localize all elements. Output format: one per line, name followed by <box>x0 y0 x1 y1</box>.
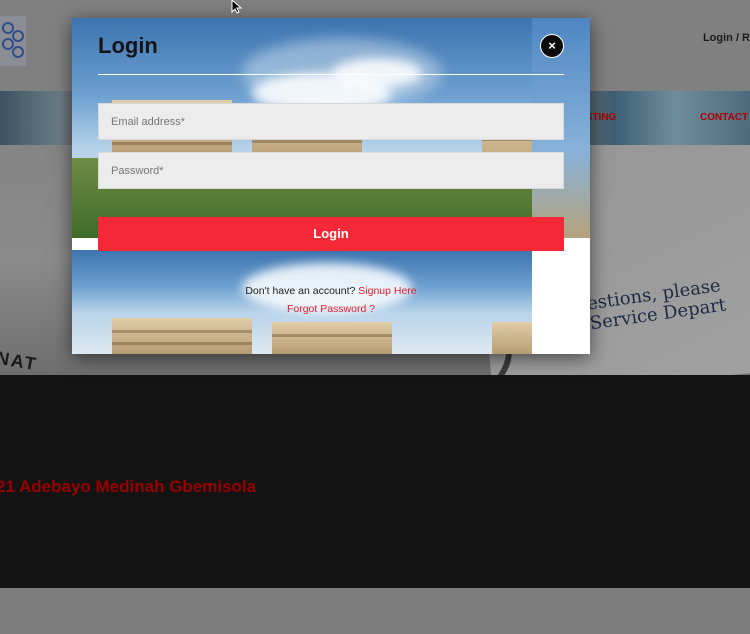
close-icon[interactable]: × <box>540 34 564 58</box>
email-field[interactable] <box>98 103 564 140</box>
author-name: 21 Adebayo Medinah Gbemisola <box>0 477 257 496</box>
login-modal: Login × Login Don't have an account? Sig… <box>72 18 590 354</box>
title-divider <box>98 74 564 75</box>
signup-prompt: Don't have an account? <box>245 285 356 297</box>
signup-row: Don't have an account? Signup Here <box>72 285 590 297</box>
hero-anatomy-text: NAT <box>0 347 40 375</box>
content-section: 21 Adebayo Medinah Gbemisola <box>0 375 750 588</box>
login-register-link[interactable]: Login / R <box>703 32 750 44</box>
forgot-password-link[interactable]: Forgot Password ? <box>72 303 590 315</box>
nav-item-contact[interactable]: CONTACT <box>700 112 748 123</box>
mouse-pointer-icon <box>231 0 243 14</box>
password-field[interactable] <box>98 152 564 189</box>
modal-title: Login <box>98 33 158 58</box>
site-logo[interactable] <box>0 16 26 66</box>
footer <box>0 588 750 634</box>
login-button[interactable]: Login <box>98 217 564 251</box>
signup-link[interactable]: Signup Here <box>358 285 416 297</box>
